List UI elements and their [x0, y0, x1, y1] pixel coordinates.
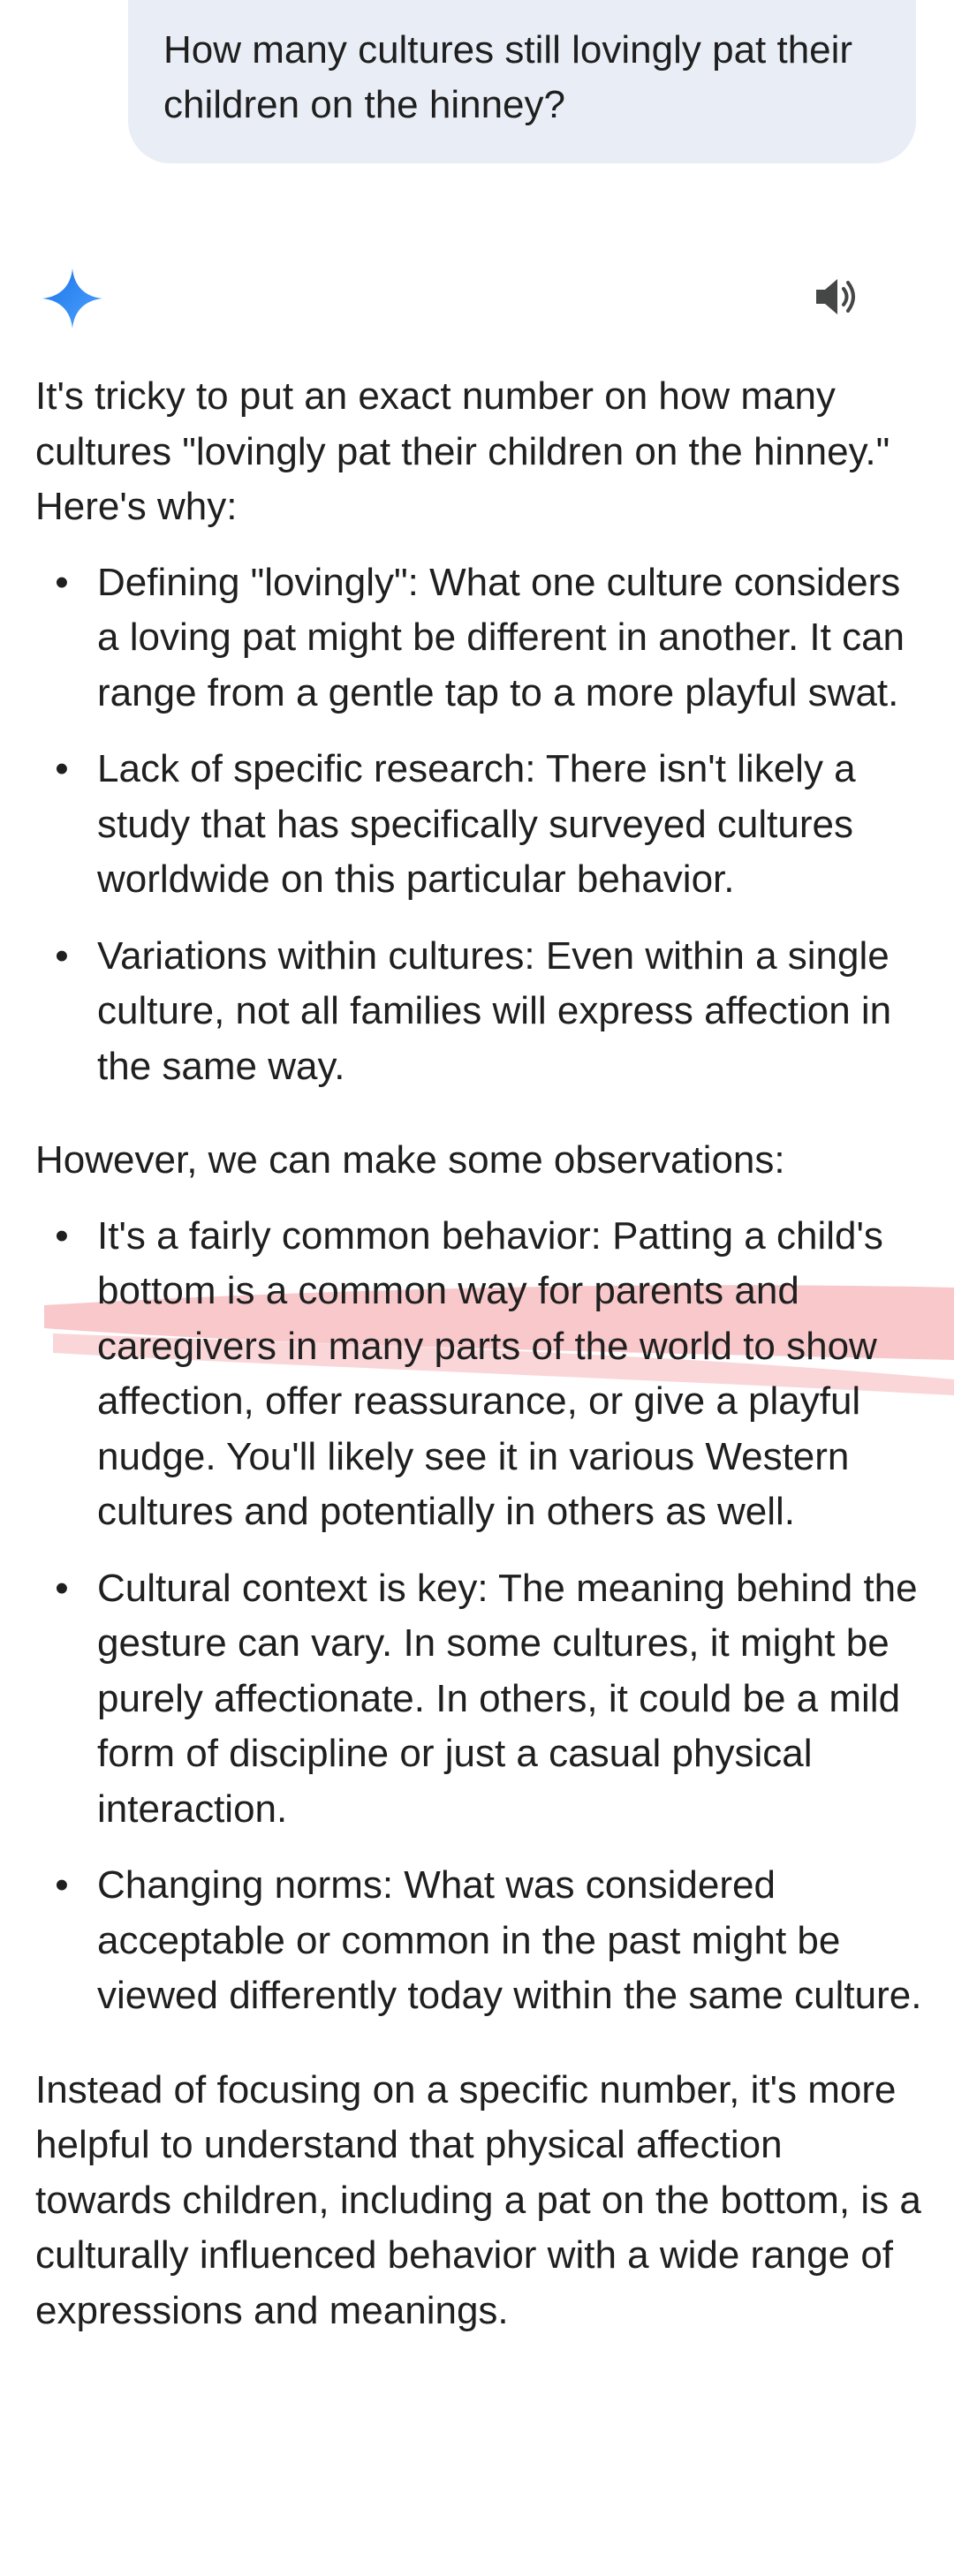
bullet-text: Patting a child's bottom is a common way… — [97, 1213, 883, 1534]
assistant-response: It's tricky to put an exact number on ho… — [35, 369, 928, 2338]
reasons-list: • Defining "lovingly": What one culture … — [35, 555, 928, 1095]
bullet-icon: • — [55, 933, 69, 978]
list-item: • Cultural context is key: The meaning b… — [35, 1561, 928, 1838]
bullet-icon: • — [55, 1566, 69, 1610]
list-item: • Lack of specific research: There isn't… — [35, 742, 928, 908]
bullet-term: Changing norms: — [97, 1863, 394, 1907]
read-aloud-button[interactable] — [811, 270, 864, 323]
observations-intro: However, we can make some observations: — [35, 1138, 785, 1182]
user-prompt-text: How many cultures still lovingly pat the… — [163, 28, 853, 126]
intro-paragraph: It's tricky to put an exact number on ho… — [35, 374, 890, 528]
list-item: • It's a fairly common behavior: Patting… — [35, 1209, 928, 1540]
user-prompt-bubble: How many cultures still lovingly pat the… — [128, 0, 916, 163]
bullet-term: Variations within cultures: — [97, 933, 535, 978]
list-item: • Variations within cultures: Even withi… — [35, 929, 928, 1095]
list-item: • Changing norms: What was considered ac… — [35, 1858, 928, 2024]
bullet-term: Defining "lovingly": — [97, 560, 419, 604]
observations-list: • It's a fairly common behavior: Patting… — [35, 1209, 928, 2024]
gemini-sparkle-icon — [41, 267, 104, 330]
bullet-icon: • — [55, 747, 69, 790]
conclusion-paragraph: Instead of focusing on a specific number… — [35, 2067, 921, 2332]
bullet-icon: • — [55, 560, 69, 604]
bullet-term: Lack of specific research: — [97, 747, 536, 790]
list-item: • Defining "lovingly": What one culture … — [35, 555, 928, 721]
bullet-icon: • — [55, 1863, 69, 1907]
bullet-term: Cultural context is key: — [97, 1566, 488, 1610]
bullet-term: It's a fairly common behavior: — [97, 1213, 602, 1258]
speaker-icon — [816, 279, 855, 314]
bullet-icon: • — [55, 1213, 69, 1258]
